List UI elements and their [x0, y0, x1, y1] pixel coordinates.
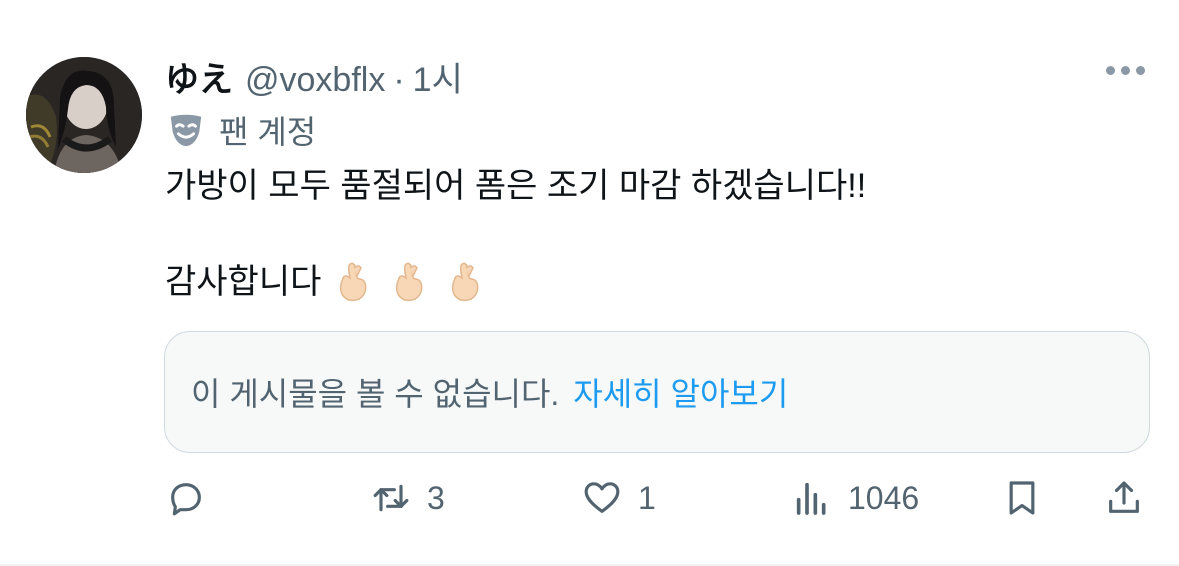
- finger-heart-icon: [340, 262, 367, 302]
- reply-button[interactable]: [166, 478, 206, 518]
- avatar[interactable]: [26, 57, 142, 173]
- reply-icon: [171, 483, 201, 516]
- repost-count: 3: [427, 479, 445, 516]
- like-icon: [584, 482, 620, 513]
- display-name[interactable]: ゆえ: [165, 52, 233, 101]
- bookmark-icon: [1009, 481, 1035, 515]
- learn-more-link[interactable]: 자세히 알아보기: [573, 369, 788, 415]
- bookmark-button[interactable]: [1002, 478, 1042, 518]
- views-count: 1046: [848, 479, 920, 516]
- finger-heart-icon: [452, 262, 479, 302]
- fan-account-badge: 팬 계정: [167, 107, 316, 153]
- post-body: 가방이 모두 품절되어 폼은 조기 마감 하겠습니다!! 감사합니다: [165, 162, 866, 306]
- views-icon: [796, 482, 826, 515]
- post-header: ゆえ @voxbflx · 1시: [165, 52, 463, 101]
- action-bar: 3 1 1046: [164, 478, 1150, 528]
- unavailable-post-card: 이 게시물을 볼 수 없습니다. 자세히 알아보기: [164, 331, 1150, 453]
- post-time[interactable]: 1시: [413, 52, 463, 101]
- share-button[interactable]: [1104, 478, 1144, 518]
- like-count: 1: [638, 479, 656, 516]
- share-icon: [1109, 481, 1139, 513]
- theater-mask-icon: [170, 114, 202, 147]
- like-button[interactable]: 1: [582, 478, 656, 518]
- views-button[interactable]: 1046: [792, 478, 919, 518]
- separator-dot: ·: [393, 61, 405, 99]
- user-handle[interactable]: @voxbflx: [245, 61, 385, 100]
- tweet: ゆえ @voxbflx · 1시 팬 계정 가방이 모두 품절되어 폼은 조기 …: [0, 0, 1179, 566]
- more-icon[interactable]: [1106, 66, 1145, 75]
- post-text-line1: 가방이 모두 품절되어 폼은 조기 마감 하겠습니다!!: [165, 167, 867, 205]
- repost-icon: [373, 484, 409, 512]
- finger-heart-icon: [396, 262, 423, 302]
- repost-button[interactable]: 3: [371, 478, 445, 518]
- post-text-line2: 감사합니다: [165, 263, 322, 301]
- badge-label: 팬 계정: [219, 114, 317, 150]
- unavailable-message: 이 게시물을 볼 수 없습니다.: [191, 376, 560, 412]
